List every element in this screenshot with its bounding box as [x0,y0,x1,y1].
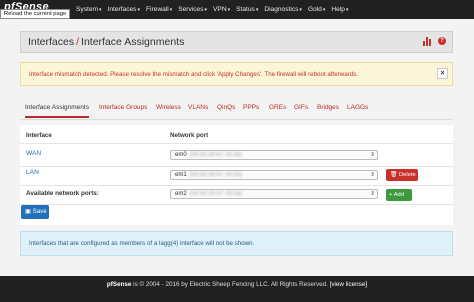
trash-icon: 🗑 [390,172,398,178]
lagg-info-note: Interfaces that are configured as member… [20,231,453,256]
caret-down-icon: ▾ [255,7,259,13]
alert-message: Interface mismatch detected. Please reso… [29,71,358,78]
top-navbar: pfSense Reload the current page System▾ … [0,0,474,19]
divider [20,204,453,205]
select-arrows-icon: ⇕ [370,191,375,197]
divider [20,166,453,167]
tab-laggs[interactable]: LAGGs [347,104,368,111]
assignments-table: Interface Network port WAN em0 (00:0c:29:… [20,125,453,225]
breadcrumb-section[interactable]: Interfaces [28,36,74,48]
caret-down-icon: ▾ [98,7,102,13]
divider [20,143,453,144]
lan-port-select[interactable]: em1 (00:0c:29:47:7b:20) ⇕ [170,170,378,180]
help-icon[interactable]: ? [438,37,446,45]
wan-port-select[interactable]: em0 (00:0c:29:47:7b:16) ⇕ [170,150,378,160]
info-message: Interfaces that are configured as member… [29,240,255,247]
breadcrumb: Interfaces / Interface Assignments [28,36,184,48]
select-arrows-icon: ⇕ [370,152,375,158]
tab-bridges[interactable]: Bridges [317,104,339,111]
mac-address: (00:0c:29:47:7b:20) [189,172,242,178]
select-arrows-icon: ⇕ [370,172,375,178]
save-icon: ▣ [25,208,31,215]
plus-icon: + [389,192,393,198]
menu-help[interactable]: Help▾ [331,6,348,13]
footer-copyright: is © 2004 - 2016 by Electric Sheep Fenci… [131,281,330,288]
tab-gifs[interactable]: GIFs [294,104,308,111]
mac-address: (00:0c:29:47:7b:16) [189,152,242,158]
menu-gold[interactable]: Gold▾ [308,6,325,13]
menu-firewall[interactable]: Firewall▾ [146,6,172,13]
menu-interfaces[interactable]: Interfaces▾ [108,6,140,13]
caret-down-icon: ▾ [137,7,140,13]
divider [20,185,453,186]
mac-address: (00:0c:29:47:7b:2a) [189,191,242,197]
available-ports-label: Available network ports: [26,190,99,197]
footer: pfSense is © 2004 - 2016 by Electric She… [0,276,474,302]
available-port-select[interactable]: em2 (00:0c:29:47:7b:2a) ⇕ [170,189,378,199]
save-button[interactable]: ▣ Save [21,205,49,219]
menu-vpn[interactable]: VPN▾ [213,6,230,13]
menu-services[interactable]: Services▾ [178,6,207,13]
footer-brand: pfSense [106,281,132,288]
menu-diagnostics[interactable]: Diagnostics▾ [264,6,302,13]
breadcrumb-separator: / [76,36,80,48]
tab-bar: Interface Assignments Interface Groups W… [20,101,453,120]
tab-interface-assignments[interactable]: Interface Assignments [25,104,89,118]
mismatch-alert: Interface mismatch detected. Please reso… [20,62,453,86]
tab-ppps[interactable]: PPPs [243,104,259,111]
page-title: Interface Assignments [81,36,185,48]
close-icon[interactable]: × [437,68,448,79]
interface-link-wan[interactable]: WAN [26,150,41,157]
tab-vlans[interactable]: VLANs [188,104,208,111]
menu-system[interactable]: System▾ [76,6,102,13]
main-menu: System▾ Interfaces▾ Firewall▾ Services▾ … [76,0,354,19]
interface-link-lan[interactable]: LAN [26,169,39,176]
tab-gres[interactable]: GREs [269,104,286,111]
bar-chart-icon[interactable] [423,37,432,46]
col-header-network-port: Network port [170,132,209,139]
tab-qinqs[interactable]: QinQs [217,104,235,111]
caret-down-icon: ▾ [169,7,173,13]
menu-status[interactable]: Status▾ [236,6,258,13]
add-button[interactable]: + Add [386,189,412,201]
caret-down-icon: ▾ [299,7,302,13]
col-header-interface: Interface [26,132,52,139]
header-icons: ? [423,37,446,46]
reload-tooltip: Reload the current page [0,9,71,19]
caret-down-icon: ▾ [204,7,208,13]
tab-wireless[interactable]: Wireless [156,104,181,111]
caret-down-icon: ▾ [227,7,231,13]
delete-button[interactable]: 🗑 Delete [386,169,418,181]
caret-down-icon: ▾ [345,7,349,13]
view-license-link[interactable]: [view license] [330,281,367,288]
caret-down-icon: ▾ [322,7,326,13]
tab-interface-groups[interactable]: Interface Groups [99,104,147,111]
page-header: Interfaces / Interface Assignments ? [20,31,453,53]
